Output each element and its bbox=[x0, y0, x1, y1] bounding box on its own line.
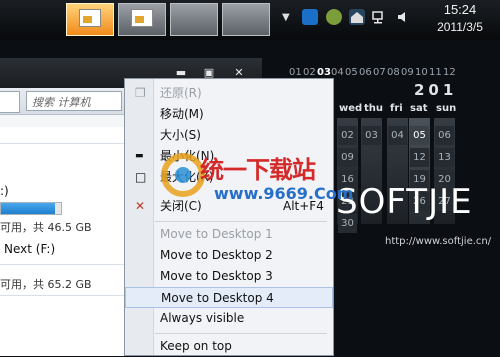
menu-item-label: Move to Desktop 3 bbox=[160, 269, 273, 283]
cal-weekday: sat bbox=[410, 103, 428, 114]
watermark-brand: 统一下载站 bbox=[200, 156, 316, 184]
drive-size-text: 可用，共 65.2 GB bbox=[0, 278, 92, 291]
cal-day-header: 12 bbox=[443, 67, 456, 78]
maximize-icon: □ bbox=[135, 170, 147, 184]
menu-item-label: Move to Desktop 4 bbox=[161, 291, 274, 305]
drive-label[interactable]: :) bbox=[0, 184, 9, 198]
menu-separator bbox=[155, 221, 327, 222]
desktop-thumb-1[interactable] bbox=[66, 3, 114, 36]
menu-item-always-visible[interactable]: Always visible bbox=[125, 308, 333, 329]
menu-item-size[interactable]: 大小(S) bbox=[125, 125, 333, 146]
drive-size-text: 可用，共 46.5 GB bbox=[0, 221, 92, 234]
drive-usage-fill bbox=[1, 203, 55, 214]
menu-item-restore[interactable]: ❐ 还原(R) bbox=[125, 83, 333, 104]
cal-weekday: fri bbox=[390, 103, 403, 114]
home-icon bbox=[351, 12, 363, 23]
menu-item-move-desktop-3[interactable]: Move to Desktop 3 bbox=[125, 266, 333, 287]
menu-item-keep-on-top[interactable]: Keep on top bbox=[125, 336, 333, 357]
cal-cell[interactable]: 03 bbox=[362, 126, 381, 145]
cal-cell[interactable]: 02 bbox=[338, 126, 357, 145]
cal-weekday: wed bbox=[339, 103, 363, 114]
tray-expand-arrow-icon[interactable]: ▼ bbox=[282, 12, 290, 23]
menu-item-label: 移动(M) bbox=[160, 107, 204, 121]
tray-house-icon[interactable] bbox=[349, 9, 365, 25]
menu-item-label: Keep on top bbox=[160, 339, 232, 353]
divider bbox=[0, 264, 130, 265]
clock-time[interactable]: 15:24 bbox=[428, 2, 492, 17]
cal-cell[interactable]: 04 bbox=[388, 126, 407, 145]
calendar-year: 201 bbox=[414, 81, 458, 99]
menu-item-label: Move to Desktop 1 bbox=[160, 227, 273, 241]
cal-day-header: 11 bbox=[429, 67, 442, 78]
cal-cell[interactable]: 06 bbox=[435, 126, 454, 145]
window-thumbnail-icon bbox=[131, 9, 153, 27]
drive-usage-bar bbox=[0, 202, 62, 215]
drive-label[interactable]: Next (F:) bbox=[4, 242, 55, 256]
softjie-url: http://www.softjie.cn/ bbox=[385, 236, 492, 247]
cal-cell[interactable]: 12 bbox=[410, 148, 429, 167]
menu-item-move-desktop-4[interactable]: Move to Desktop 4 bbox=[125, 287, 333, 308]
cal-day-header: 09 bbox=[401, 67, 414, 78]
volume-icon[interactable] bbox=[395, 9, 411, 25]
menu-item-move-desktop-2[interactable]: Move to Desktop 2 bbox=[125, 245, 333, 266]
cal-weekday: thu bbox=[364, 103, 384, 114]
cal-day-header: 04 bbox=[331, 67, 344, 78]
cal-day-header: 01 bbox=[289, 67, 302, 78]
watermark-url: www.9669.Com bbox=[214, 184, 354, 203]
desktop-thumb-2[interactable] bbox=[118, 3, 166, 36]
cal-day-header: 10 bbox=[415, 67, 428, 78]
cal-day-header: 03 bbox=[317, 67, 331, 78]
cal-day-header: 07 bbox=[373, 67, 386, 78]
close-icon: ✕ bbox=[135, 199, 146, 213]
site-watermark: 统一下载站 www.9669.Com bbox=[152, 148, 353, 218]
menu-item-label: 还原(R) bbox=[160, 86, 202, 100]
menu-item-move[interactable]: 移动(M) bbox=[125, 104, 333, 125]
menu-item-label: Move to Desktop 2 bbox=[160, 248, 273, 262]
minimize-icon: ▬ bbox=[135, 151, 144, 161]
window-thumbnail-icon bbox=[79, 9, 101, 27]
network-icon[interactable] bbox=[371, 9, 387, 25]
restore-icon: ❐ bbox=[135, 86, 146, 100]
cal-day-header: 06 bbox=[359, 67, 372, 78]
search-input[interactable]: 搜索 计算机 bbox=[26, 91, 122, 111]
cal-day-header: 05 bbox=[345, 67, 358, 78]
taskbar: ▼ 15:24 2011/3/5 bbox=[0, 0, 500, 40]
cal-cell[interactable]: 13 bbox=[435, 148, 454, 167]
address-field[interactable] bbox=[0, 91, 20, 113]
menu-separator bbox=[155, 333, 327, 334]
desktop-thumb-3[interactable] bbox=[170, 3, 218, 36]
menu-item-label: 大小(S) bbox=[160, 128, 201, 142]
menu-item-label: Always visible bbox=[160, 311, 245, 325]
softjie-logo: SOFTJIE bbox=[336, 182, 473, 222]
menu-item-move-desktop-1[interactable]: Move to Desktop 1 bbox=[125, 224, 333, 245]
tray-app-icon-2[interactable] bbox=[326, 9, 342, 25]
cal-day-header: 08 bbox=[387, 67, 400, 78]
clock-date[interactable]: 2011/3/5 bbox=[424, 20, 496, 34]
desktop-thumb-4[interactable] bbox=[222, 3, 270, 36]
cal-day-header: 02 bbox=[303, 67, 316, 78]
divider bbox=[0, 295, 130, 296]
cal-cell-today[interactable]: 05 bbox=[410, 126, 429, 145]
cal-weekday: sun bbox=[436, 103, 457, 114]
tray-app-icon[interactable] bbox=[302, 9, 318, 25]
divider bbox=[0, 143, 130, 144]
